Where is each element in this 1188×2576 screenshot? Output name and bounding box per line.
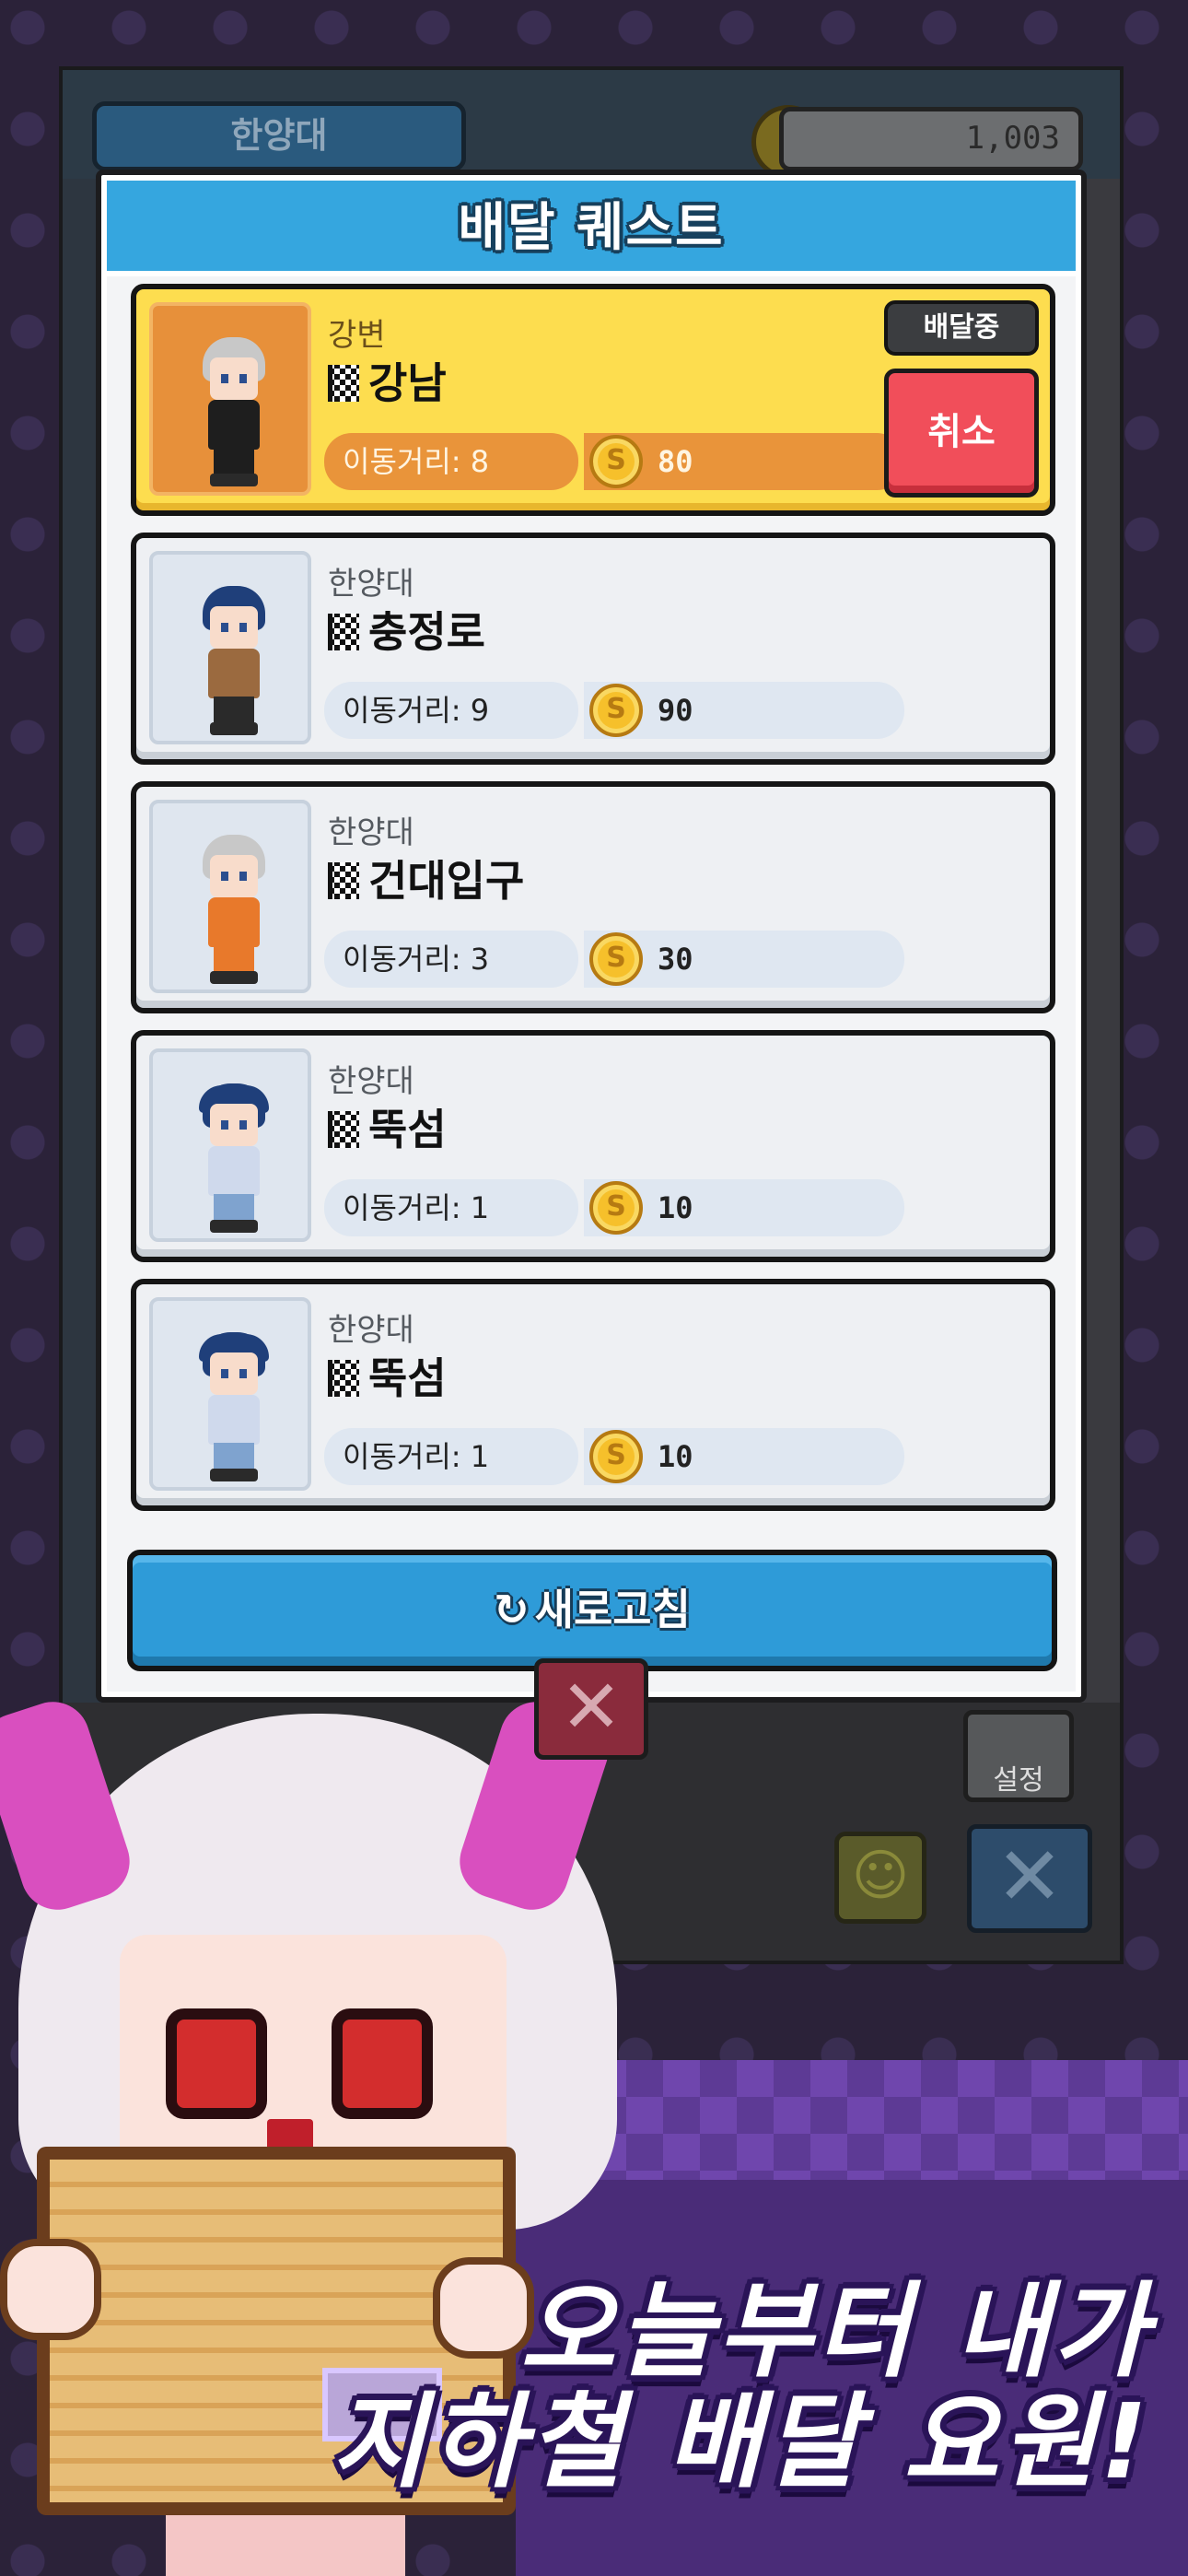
courier-body	[208, 649, 260, 698]
quest-distance: 이동거리: 1	[324, 1428, 578, 1485]
courier-character	[197, 1083, 271, 1236]
courier-face	[210, 357, 258, 400]
modal-header: 배달 퀘스트	[107, 181, 1076, 276]
courier-legs	[214, 697, 254, 724]
quest-destination-row: 건대입구	[328, 848, 524, 908]
mascot-right-eye	[332, 2008, 433, 2119]
courier-face	[210, 606, 258, 649]
refresh-icon: ↻	[494, 1585, 530, 1634]
background-coin-total: 1,003	[779, 107, 1083, 171]
courier-eye	[221, 872, 228, 881]
courier-portrait	[149, 551, 311, 744]
checkered-flag-icon	[328, 1360, 359, 1397]
status-badge: 배달중	[884, 300, 1039, 356]
background-settings-button: 설정	[963, 1710, 1074, 1802]
courier-face	[210, 1104, 258, 1146]
courier-body	[208, 897, 260, 947]
courier-eye	[239, 374, 247, 383]
mascot-left-eye	[166, 2008, 267, 2119]
courier-body	[208, 400, 260, 450]
quest-destination-row: 뚝섬	[328, 1096, 447, 1157]
refresh-button[interactable]: ↻ 새로고침	[127, 1550, 1057, 1671]
courier-eye	[221, 1120, 228, 1130]
quest-card[interactable]: 한양대 충정로 이동거리: 9 90 S	[131, 533, 1055, 765]
mascot-left-hand	[0, 2239, 101, 2340]
quest-distance: 이동거리: 3	[324, 931, 578, 988]
courier-shoes	[210, 971, 258, 984]
quest-destination: 충정로	[368, 607, 485, 657]
quest-card[interactable]: 한양대 뚝섬 이동거리: 1 10 S	[131, 1279, 1055, 1511]
courier-character	[197, 586, 271, 739]
quest-distance: 이동거리: 9	[324, 682, 578, 739]
checkered-flag-icon	[328, 862, 359, 899]
quest-destination-row: 뚝섬	[328, 1345, 447, 1406]
coin-icon: S	[589, 684, 643, 737]
background-close-icon: ✕	[967, 1824, 1092, 1933]
quest-list: 강변 강남 이동거리: 8 80 S 배달중 취소 한양대 충정로 이동거리: …	[131, 284, 1055, 1528]
quest-origin: 강변	[328, 317, 386, 354]
courier-legs	[214, 945, 254, 973]
background-red-close-icon: ✕	[534, 1658, 648, 1760]
courier-legs	[214, 1194, 254, 1222]
courier-portrait	[149, 1048, 311, 1242]
courier-character	[197, 337, 271, 490]
quest-origin: 한양대	[328, 814, 414, 851]
courier-legs	[214, 448, 254, 475]
mascot-legs	[166, 2515, 405, 2576]
courier-body	[208, 1146, 260, 1196]
courier-eye	[239, 623, 247, 632]
courier-eye	[221, 1369, 228, 1378]
quest-destination: 뚝섬	[368, 1353, 447, 1403]
courier-shoes	[210, 1469, 258, 1481]
courier-shoes	[210, 722, 258, 735]
delivery-quest-modal: 배달 퀘스트 강변 강남 이동거리: 8 80 S 배달중 취소 한양대 충정로…	[96, 170, 1087, 1703]
quest-destination: 건대입구	[368, 856, 525, 906]
quest-destination-row: 강남	[328, 350, 447, 411]
courier-character	[197, 1332, 271, 1485]
coin-icon: S	[589, 435, 643, 488]
courier-eye	[239, 1120, 247, 1130]
cancel-button[interactable]: 취소	[884, 369, 1039, 498]
courier-face	[210, 855, 258, 897]
quest-card[interactable]: 한양대 건대입구 이동거리: 3 30 S	[131, 781, 1055, 1013]
checkered-flag-icon	[328, 365, 359, 402]
modal-title: 배달 퀘스트	[458, 198, 725, 258]
quest-origin: 한양대	[328, 1063, 414, 1100]
courier-eye	[239, 872, 247, 881]
background-smile-icon: ☺	[834, 1832, 926, 1924]
checkered-flag-icon	[328, 614, 359, 650]
coin-icon: S	[589, 932, 643, 986]
quest-card[interactable]: 한양대 뚝섬 이동거리: 1 10 S	[131, 1030, 1055, 1262]
quest-origin: 한양대	[328, 1312, 414, 1349]
courier-eye	[221, 623, 228, 632]
quest-destination: 뚝섬	[368, 1105, 447, 1154]
courier-eye	[221, 374, 228, 383]
refresh-label: 새로고침	[534, 1585, 691, 1634]
courier-portrait	[149, 800, 311, 993]
courier-legs	[214, 1443, 254, 1470]
courier-character	[197, 835, 271, 988]
quest-destination-row: 충정로	[328, 599, 485, 660]
courier-portrait	[149, 1297, 311, 1491]
courier-shoes	[210, 474, 258, 486]
quest-card[interactable]: 강변 강남 이동거리: 8 80 S 배달중 취소	[131, 284, 1055, 516]
coin-icon: S	[589, 1430, 643, 1483]
quest-origin: 한양대	[328, 566, 414, 603]
game-screen: 한양대 1,003 설정 ☺ ✕ ✕ 배달 퀘스트 강변 강남 이동거리: 8 …	[0, 0, 1188, 2576]
courier-portrait	[149, 302, 311, 496]
courier-shoes	[210, 1220, 258, 1233]
coin-icon: S	[589, 1181, 643, 1235]
quest-destination: 강남	[368, 358, 447, 408]
checkered-flag-icon	[328, 1111, 359, 1148]
quest-distance: 이동거리: 1	[324, 1179, 578, 1236]
courier-face	[210, 1352, 258, 1395]
courier-body	[208, 1395, 260, 1445]
quest-distance: 이동거리: 8	[324, 433, 578, 490]
promo-headline-line2: 지하철 배달 요원!	[331, 2383, 1151, 2502]
background-station-tab: 한양대	[92, 101, 466, 171]
courier-eye	[239, 1369, 247, 1378]
